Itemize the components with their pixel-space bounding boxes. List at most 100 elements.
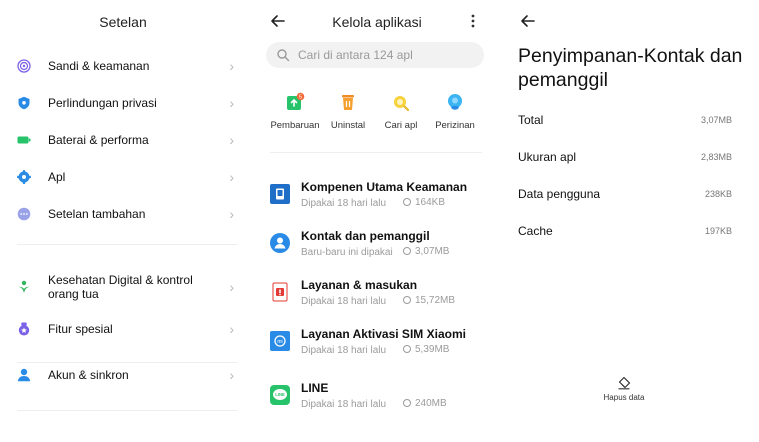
page-title: Kelola aplikasi	[332, 14, 422, 30]
app-list-item[interactable]: LINE LINE Dipakai 18 hari lalu 240MB	[256, 377, 498, 421]
settings-item-apps[interactable]: Apl ›	[0, 160, 246, 194]
storage-row-app-size: Ukuran apl 2,83MB	[518, 147, 732, 167]
chevron-right-icon: ›	[229, 169, 234, 185]
storage-panel: Penyimpanan-Kontak dan pemanggil Total 3…	[506, 0, 759, 442]
quick-action-permissions[interactable]: Perizinan	[427, 92, 483, 131]
special-features-icon	[17, 322, 31, 336]
clear-data-label: Hapus data	[603, 393, 645, 402]
settings-item-battery[interactable]: Baterai & performa ›	[0, 123, 246, 157]
quick-action-label: Cari apl	[384, 120, 418, 131]
settings-item-password-security[interactable]: Sandi & keamanan ›	[0, 49, 246, 83]
settings-item-label: Apl	[48, 170, 66, 184]
settings-panel: Setelan Sandi & keamanan › Perlindungan …	[0, 0, 246, 442]
battery-icon	[17, 133, 31, 147]
clock-icon	[403, 198, 411, 206]
section-divider	[270, 152, 482, 153]
app-last-used: Dipakai 18 hari lalu	[301, 296, 387, 307]
settings-item-label: Setelan tambahan	[48, 207, 146, 221]
storage-row-total: Total 3,07MB	[518, 110, 732, 130]
quick-action-uninstall[interactable]: Uninstal	[320, 92, 376, 131]
more-vertical-icon[interactable]	[470, 13, 476, 29]
chevron-right-icon: ›	[229, 132, 234, 148]
settings-item-privacy[interactable]: Perlindungan privasi ›	[0, 86, 246, 120]
settings-item-digital-wellbeing[interactable]: Kesehatan Digital & kontrol orang tua ›	[0, 270, 246, 304]
digital-wellbeing-icon	[17, 280, 31, 294]
permissions-icon	[445, 92, 465, 112]
chevron-right-icon: ›	[229, 95, 234, 111]
app-last-used: Baru-baru ini dipakai	[301, 247, 393, 258]
contacts-icon	[270, 233, 290, 253]
section-divider	[17, 244, 237, 245]
storage-label: Ukuran apl	[518, 150, 577, 164]
settings-item-label: Fitur spesial	[48, 322, 113, 336]
app-last-used: Dipakai 18 hari lalu	[301, 345, 387, 356]
search-icon	[276, 48, 290, 62]
chevron-right-icon: ›	[229, 279, 234, 295]
clear-data-button[interactable]: Hapus data	[594, 376, 654, 402]
update-icon: 5	[285, 92, 305, 112]
update-count-badge: 5	[299, 94, 302, 100]
settings-item-label: Perlindungan privasi	[48, 96, 157, 110]
clock-icon	[403, 345, 411, 353]
security-component-icon	[270, 184, 290, 204]
chevron-right-icon: ›	[229, 58, 234, 74]
storage-row-cache: Cache 197KB	[518, 221, 732, 241]
app-list-item[interactable]: Layanan & masukan Dipakai 18 hari lalu 1…	[256, 274, 498, 318]
app-size-value: 164KB	[415, 197, 446, 208]
storage-value: 197KB	[704, 226, 732, 236]
storage-label: Cache	[518, 224, 553, 238]
app-size: 5,39MB	[403, 344, 449, 355]
quick-action-find-app[interactable]: Cari apl	[373, 92, 429, 131]
gear-icon	[17, 170, 31, 184]
chevron-right-icon: ›	[229, 206, 234, 222]
clock-icon	[403, 399, 411, 407]
storage-row-user-data: Data pengguna 238KB	[518, 184, 732, 204]
svg-text:LINE: LINE	[275, 392, 285, 397]
storage-value: 2,83MB	[700, 152, 732, 162]
app-name: Kontak dan pemanggil	[301, 229, 430, 243]
quick-action-updates[interactable]: 5 Pembaruan	[267, 92, 323, 131]
storage-value: 3,07MB	[700, 115, 732, 125]
shield-icon	[17, 96, 31, 110]
clock-icon	[403, 247, 411, 255]
svg-text:mi: mi	[277, 339, 282, 345]
app-size-value: 5,39MB	[415, 344, 450, 355]
app-list-item[interactable]: Kontak dan pemanggil Baru-baru ini dipak…	[256, 225, 498, 269]
app-size: 240MB	[403, 398, 447, 409]
settings-item-label: Akun & sinkron	[48, 368, 129, 382]
app-size: 164KB	[403, 197, 445, 208]
app-name: Layanan & masukan	[301, 278, 418, 292]
settings-item-additional[interactable]: Setelan tambahan ›	[0, 197, 246, 231]
app-last-used: Dipakai 18 hari lalu	[301, 399, 387, 410]
app-list-item[interactable]: Kompenen Utama Keamanan Dipakai 18 hari …	[256, 176, 498, 220]
more-dots-icon	[17, 207, 31, 221]
settings-item-label: Baterai & performa	[48, 133, 149, 147]
storage-value: 238KB	[704, 189, 732, 199]
feedback-icon	[270, 282, 290, 302]
storage-label: Total	[518, 113, 544, 127]
storage-label: Data pengguna	[518, 187, 601, 201]
search-input[interactable]	[298, 45, 478, 65]
line-app-icon: LINE	[270, 385, 290, 405]
app-size: 3,07MB	[403, 246, 449, 257]
settings-item-special-features[interactable]: Fitur spesial ›	[0, 312, 246, 346]
app-name: Kompenen Utama Keamanan	[301, 180, 468, 194]
clock-icon	[403, 296, 411, 304]
app-size: 15,72MB	[403, 295, 455, 306]
app-size-value: 15,72MB	[415, 295, 456, 306]
app-size-value: 240MB	[415, 398, 447, 409]
trash-icon	[338, 92, 358, 112]
fingerprint-icon	[17, 59, 31, 73]
search-bar[interactable]	[266, 42, 484, 68]
app-list-item[interactable]: mi Layanan Aktivasi SIM Xiaomi Dipakai 1…	[256, 323, 498, 367]
settings-item-label: Kesehatan Digital & kontrol orang tua	[48, 273, 193, 301]
eraser-icon	[617, 376, 631, 390]
back-arrow-icon[interactable]	[518, 10, 538, 32]
page-title: Penyimpanan-Kontak dan pemanggil	[518, 45, 743, 91]
account-icon	[17, 368, 31, 382]
find-app-icon	[391, 92, 411, 112]
settings-item-accounts-sync[interactable]: Akun & sinkron ›	[0, 358, 246, 392]
quick-action-label: Perizinan	[435, 120, 475, 131]
settings-item-label: Sandi & keamanan	[48, 59, 150, 73]
app-name: LINE	[301, 381, 329, 395]
